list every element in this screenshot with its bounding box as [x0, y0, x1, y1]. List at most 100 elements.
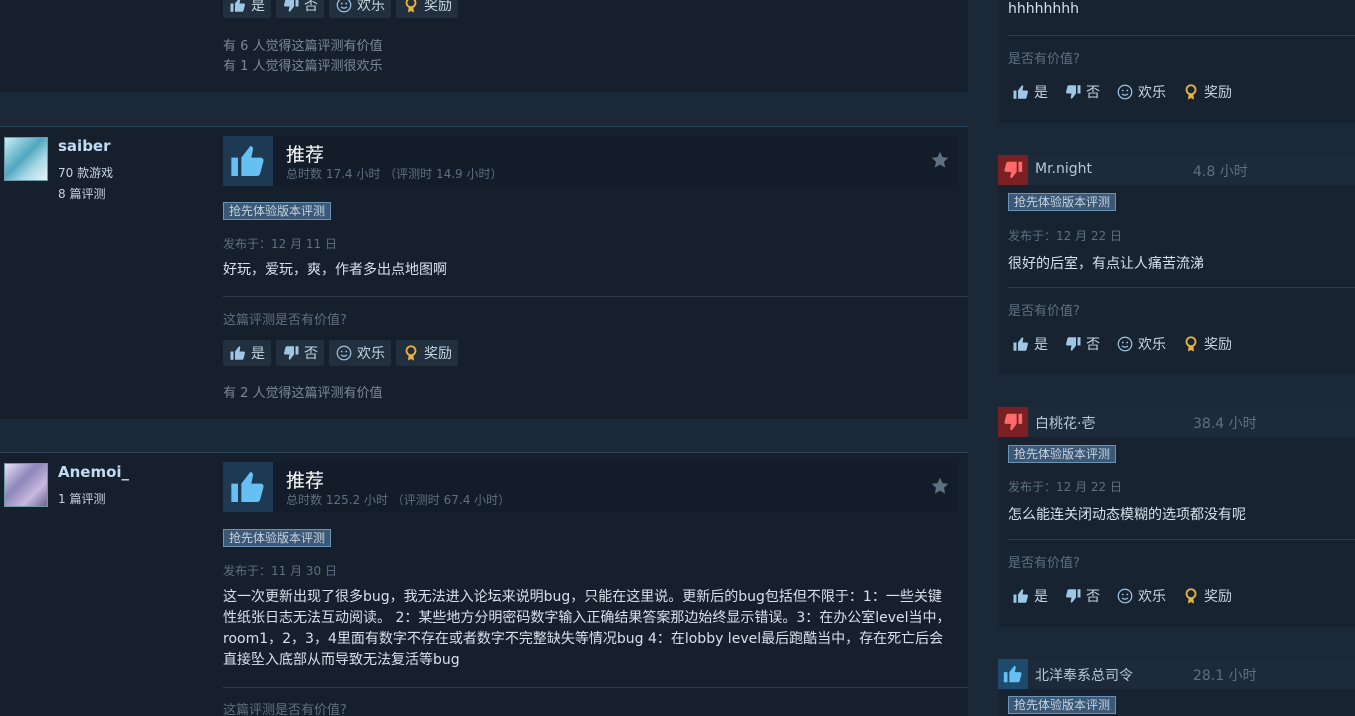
- funny-count: 有 1 人觉得这篇评测很欢乐: [223, 59, 383, 74]
- review-title-bar[interactable]: 推荐 总时数 17.4 小时 （评测时 14.9 小时）: [223, 136, 958, 186]
- vote-yes-button[interactable]: 是: [1012, 586, 1048, 606]
- playtime: 总时数 125.2 小时 （评测时 67.4 小时）: [286, 493, 511, 507]
- review-title-bar[interactable]: 推荐 总时数 125.2 小时 （评测时 67.4 小时）: [223, 462, 958, 512]
- review-list: 是 否 欢乐 奖励 有 6 人觉得这篇评测有价值 有 1 人觉得这篇评测很欢乐 …: [0, 0, 968, 716]
- recommended-badge: [998, 659, 1028, 689]
- vote-no-button[interactable]: 否: [276, 0, 324, 18]
- author-reviews-count[interactable]: 1 篇评测: [58, 490, 105, 507]
- smiley-icon: [1117, 84, 1133, 100]
- vote-buttons: 是 否 欢乐 奖励: [223, 340, 458, 366]
- side-review-card: Mr.night 4.8 小时 抢先体验版本评测 发布于：12 月 22 日 很…: [998, 155, 1355, 375]
- playtime: 38.4 小时: [1193, 416, 1257, 432]
- thumbs-up-icon: [231, 146, 264, 176]
- side-review-header[interactable]: 白桃花·壱 38.4 小时: [998, 407, 1355, 437]
- avatar[interactable]: [4, 463, 48, 507]
- side-review-card: hhhhhhhh 是否有价值? 是 否 欢乐 奖励: [998, 0, 1355, 123]
- helpful-question: 是否有价值?: [1008, 556, 1080, 571]
- vote-yes-button[interactable]: 是: [223, 0, 271, 18]
- side-review-text: hhhhhhhh: [1008, 1, 1079, 17]
- smiley-icon: [1117, 588, 1133, 604]
- side-review-header[interactable]: Mr.night 4.8 小时: [998, 155, 1355, 185]
- side-review-text: 怎么能连关闭动态模糊的选项都没有呢: [1008, 507, 1246, 523]
- divider: [223, 296, 968, 297]
- vote-funny-button[interactable]: 欢乐: [1116, 586, 1166, 606]
- helpful-question: 这篇评测是否有价值?: [223, 313, 347, 328]
- author-reviews-count[interactable]: 8 篇评测: [58, 185, 105, 202]
- playtime: 28.1 小时: [1193, 668, 1257, 684]
- playtime: 总时数 17.4 小时 （评测时 14.9 小时）: [286, 167, 503, 181]
- vote-funny-button[interactable]: 欢乐: [329, 0, 391, 18]
- not-recommended-badge: [998, 155, 1028, 185]
- thumbs-down-icon: [1066, 589, 1081, 603]
- award-icon: [1185, 336, 1197, 352]
- review-card: Anemoi_ 1 篇评测 推荐 总时数 125.2 小时 （评测时 67.4 …: [0, 452, 968, 716]
- thumbs-up-icon: [1013, 589, 1028, 603]
- review-card: 是 否 欢乐 奖励 有 6 人觉得这篇评测有价值 有 1 人觉得这篇评测很欢乐: [0, 0, 968, 92]
- thumbs-up-icon: [1003, 665, 1022, 683]
- vote-yes-button[interactable]: 是: [1012, 334, 1048, 354]
- award-icon: [1185, 84, 1197, 100]
- vote-no-button[interactable]: 否: [1064, 334, 1100, 354]
- review-content: 这一次更新出现了很多bug，我无法进入论坛来说明bug，只能在这里说。更新后的b…: [223, 589, 951, 668]
- side-review-card: 北洋奉系总司令 28.1 小时 抢先体验版本评测: [998, 659, 1355, 716]
- award-button[interactable]: 奖励: [1182, 586, 1232, 606]
- recent-reviews-sidebar: hhhhhhhh 是否有价值? 是 否 欢乐 奖励 Mr.night 4.8 小…: [998, 0, 1355, 716]
- side-review-author[interactable]: 白桃花·壱: [1035, 413, 1095, 433]
- vote-funny-button[interactable]: 欢乐: [329, 340, 391, 366]
- not-recommended-badge: [998, 407, 1028, 437]
- award-button[interactable]: 奖励: [396, 340, 458, 366]
- divider: [1008, 539, 1355, 540]
- award-button[interactable]: 奖励: [1182, 82, 1232, 102]
- review-verdict: 推荐: [286, 470, 325, 492]
- author-name[interactable]: Anemoi_: [58, 463, 129, 481]
- helpful-question: 是否有价值?: [1008, 304, 1080, 319]
- star-icon[interactable]: [930, 150, 950, 170]
- vote-yes-button[interactable]: 是: [1012, 82, 1048, 102]
- thumbs-down-icon: [284, 346, 299, 360]
- vote-funny-button[interactable]: 欢乐: [1116, 334, 1166, 354]
- award-icon: [1185, 588, 1197, 604]
- thumbs-up-icon: [1013, 85, 1028, 99]
- review-card: saiber 70 款游戏 8 篇评测 推荐 总时数 17.4 小时 （评测时 …: [0, 126, 968, 419]
- author-name[interactable]: saiber: [58, 137, 111, 155]
- helpful-count: 有 2 人觉得这篇评测有价值: [223, 386, 383, 401]
- side-review-header[interactable]: 北洋奉系总司令 28.1 小时: [998, 659, 1355, 689]
- thumbs-down-icon: [1066, 337, 1081, 351]
- playtime: 4.8 小时: [1193, 164, 1248, 180]
- smiley-icon: [336, 0, 352, 13]
- vote-no-button[interactable]: 否: [1064, 586, 1100, 606]
- divider: [1008, 35, 1355, 36]
- side-review-author[interactable]: Mr.night: [1035, 161, 1092, 177]
- vote-buttons: 是 否 欢乐 奖励: [223, 0, 458, 18]
- review-content: 好玩，爱玩，爽，作者多出点地图啊: [223, 262, 447, 278]
- divider: [223, 687, 968, 688]
- divider: [1008, 287, 1355, 288]
- early-access-badge: 抢先体验版本评测: [223, 202, 332, 220]
- award-icon: [405, 0, 417, 13]
- recommended-badge: [223, 136, 273, 186]
- thumbs-up-icon: [1013, 337, 1028, 351]
- avatar[interactable]: [4, 137, 48, 181]
- posted-date: 发布于：12 月 11 日: [223, 237, 337, 251]
- side-review-card: 白桃花·壱 38.4 小时 抢先体验版本评测 发布于：12 月 22 日 怎么能…: [998, 407, 1355, 627]
- vote-yes-button[interactable]: 是: [223, 340, 271, 366]
- award-button[interactable]: 奖励: [1182, 334, 1232, 354]
- thumbs-down-icon: [1066, 85, 1081, 99]
- thumbs-up-icon: [230, 0, 245, 12]
- posted-date: 发布于：12 月 22 日: [1008, 229, 1122, 243]
- vote-buttons: 是 否 欢乐 奖励: [1012, 334, 1232, 354]
- vote-no-button[interactable]: 否: [1064, 82, 1100, 102]
- vote-no-button[interactable]: 否: [276, 340, 324, 366]
- author-games-count[interactable]: 70 款游戏: [58, 164, 113, 181]
- early-access-badge: 抢先体验版本评测: [1008, 445, 1117, 463]
- vote-buttons: 是 否 欢乐 奖励: [1012, 586, 1232, 606]
- star-icon[interactable]: [930, 476, 950, 496]
- review-verdict: 推荐: [286, 144, 325, 166]
- smiley-icon: [1117, 336, 1133, 352]
- award-button[interactable]: 奖励: [396, 0, 458, 18]
- vote-funny-button[interactable]: 欢乐: [1116, 82, 1166, 102]
- early-access-badge: 抢先体验版本评测: [223, 529, 332, 547]
- thumbs-down-icon: [1004, 413, 1023, 431]
- side-review-author[interactable]: 北洋奉系总司令: [1035, 665, 1133, 685]
- posted-date: 发布于：12 月 22 日: [1008, 480, 1122, 494]
